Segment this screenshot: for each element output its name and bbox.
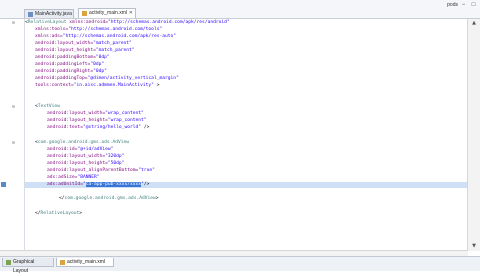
scroll-down-icon[interactable]: ▼ — [468, 242, 480, 251]
code-token: android:layout_width= — [47, 111, 106, 116]
code-token: android:paddingRight= — [35, 69, 94, 74]
scroll-up-icon[interactable]: ▲ — [468, 19, 480, 28]
code-line: <TextView — [35, 104, 60, 110]
code-line: xmlns:tools="http://schemas.android.com/… — [35, 27, 162, 33]
code-line: android:paddingRight="0dp" — [35, 69, 107, 75]
code-token: android:id= — [47, 147, 78, 152]
code-token: "0dp" — [93, 69, 107, 74]
code-token: "in.aisc.admmen.MainActivity" — [73, 83, 154, 88]
editor-gutter: ⊖ ⊖ ⊖ — [0, 19, 25, 251]
tab-label: activity_main.xml — [89, 10, 128, 16]
code-token: ads:adUnitId= — [47, 182, 83, 187]
code-token: android:paddingBottom= — [35, 55, 96, 60]
code-token: "320dp" — [105, 154, 125, 159]
code-line: android:layout_height="match_parent" — [35, 48, 135, 54]
code-token: > — [79, 211, 83, 216]
code-line: <com.google.android.gms.ads.AdView — [35, 140, 129, 146]
code-token: com.google.android.gms.ads.AdView — [64, 196, 156, 201]
code-token: "0dp" — [95, 55, 110, 60]
code-line: tools:context="in.aisc.admmen.MainActivi… — [35, 83, 160, 89]
code-token: xmlns:android= — [66, 20, 109, 25]
code-token: android:text= — [47, 125, 83, 130]
code-token: "BANNER" — [77, 175, 100, 180]
code-line: android:id="@+id/adView" — [47, 147, 113, 153]
code-token: android:layout_alignParentBottom= — [47, 168, 139, 173]
code-token: > — [153, 83, 160, 88]
code-token: tools:context= — [35, 83, 74, 88]
code-token: android:paddingLeft= — [35, 62, 91, 67]
code-line: android:layout_alignParentBottom="true" — [47, 168, 155, 174]
code-line: </RelativeLayout> — [35, 211, 82, 217]
code-token: "wrap_content" — [107, 118, 147, 123]
code-token: android:layout_height= — [47, 118, 108, 123]
vertical-scrollbar[interactable]: ▲ ▼ — [467, 19, 480, 251]
code-token: android:layout_width= — [47, 154, 106, 159]
code-token: "wrap_content" — [105, 111, 144, 116]
minimize-icon[interactable]: − — [459, 1, 468, 9]
code-token: RelativeLayout — [27, 20, 67, 25]
tab-label: Graphical Layout — [13, 259, 35, 274]
code-line: android:layout_height="50dp" — [47, 161, 124, 167]
fold-collapse-icon[interactable]: ⊖ — [12, 20, 15, 26]
editor-tab-bar: MainActivity.java activity_main.xml ✕ po… — [0, 0, 480, 19]
code-line: android:paddingBottom="0dp" — [35, 55, 110, 61]
code-token: xmlns:tools= — [35, 27, 69, 32]
code-token: /> — [143, 182, 150, 187]
code-token: android:layout_height= — [47, 161, 108, 166]
code-token: RelativeLayout — [40, 211, 80, 216]
code-line: android:layout_width="wrap_content" — [47, 111, 144, 117]
tab-activity-main-xml[interactable]: activity_main.xml ✕ — [78, 8, 136, 18]
code-token: "http://schemas.android.com/apk/res/andr… — [108, 20, 230, 25]
code-token: > — [155, 196, 159, 201]
code-token: "http://schemas.android.com/apk/res-auto… — [62, 34, 177, 39]
fold-collapse-icon[interactable]: ⊖ — [12, 140, 15, 146]
code-token: xmlns:ads= — [35, 34, 63, 39]
code-token: TextView — [37, 104, 60, 109]
selected-text[interactable]: ca-app-pub-xxxx/xxxx — [85, 182, 142, 187]
java-file-icon — [28, 12, 33, 17]
code-token: "50dp" — [107, 161, 125, 166]
tab-label: activity_main.xml — [67, 259, 106, 265]
layout-icon — [6, 260, 11, 265]
tab-xml-source[interactable]: activity_main.xml — [56, 258, 114, 267]
code-line: android:paddingTop="@dimen/activity_vert… — [35, 76, 179, 82]
xml-code-editor[interactable]: <RelativeLayout xmlns:android="http://sc… — [25, 19, 467, 251]
code-token: "match_parent" — [93, 41, 132, 46]
code-token: /> — [141, 125, 150, 130]
code-line: xmlns:ads="http://schemas.android.com/ap… — [35, 34, 176, 40]
code-token: android:layout_height= — [35, 48, 96, 53]
code-token: "@dimen/activity_vertical_margin" — [87, 76, 179, 81]
close-icon[interactable]: ✕ — [129, 9, 133, 18]
code-line: android:text="@string/hello_world" /> — [47, 125, 149, 131]
code-token: "true" — [138, 168, 155, 173]
tab-label: MainActivity.java — [35, 11, 72, 17]
tab-graphical-layout[interactable]: Graphical Layout — [2, 258, 54, 274]
tab-main-activity-java[interactable]: MainActivity.java — [24, 9, 74, 18]
xml-file-icon — [82, 11, 87, 16]
code-token: android:paddingTop= — [35, 76, 88, 81]
code-token: "@string/hello_world" — [82, 125, 142, 130]
code-line: </com.google.android.gms.ads.AdView> — [59, 196, 159, 202]
code-token: "@+id/adView" — [77, 147, 114, 152]
code-token: "match_parent" — [95, 48, 135, 53]
xml-file-icon — [60, 260, 65, 265]
top-right-label: pods — [447, 2, 458, 8]
fold-collapse-icon[interactable]: ⊖ — [12, 104, 15, 110]
code-line: android:paddingLeft="0dp" — [35, 62, 104, 68]
code-token: "0dp" — [90, 62, 105, 67]
code-line-selected: ads:adUnitId="ca-app-pub-xxxx/xxxx"/> — [25, 182, 467, 188]
maximize-icon[interactable]: □ — [469, 1, 478, 9]
code-token: ads:adSize= — [47, 175, 78, 180]
code-line: ads:adSize="BANNER" — [47, 175, 100, 181]
cursor-line-marker-icon — [1, 182, 6, 187]
code-token: "http://schemas.android.com/tools" — [68, 27, 163, 32]
code-line: android:layout_width="320dp" — [47, 154, 124, 160]
code-token: com.google.android.gms.ads.AdView — [37, 140, 130, 145]
code-line: <RelativeLayout xmlns:android="http://sc… — [25, 20, 230, 26]
code-line: android:layout_height="wrap_content" — [47, 118, 147, 124]
code-line: android:layout_width="match_parent" — [35, 41, 132, 47]
code-token: android:layout_width= — [35, 41, 94, 46]
editor-mode-tabs: Graphical Layout activity_main.xml — [0, 256, 480, 274]
